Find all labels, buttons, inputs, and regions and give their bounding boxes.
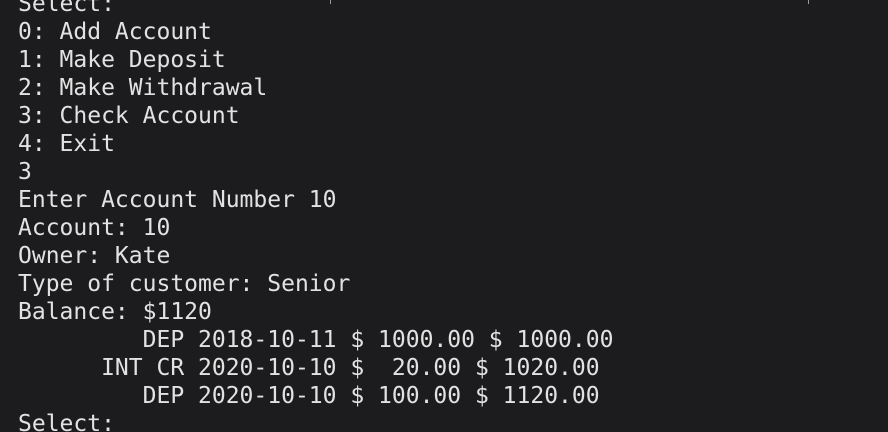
terminal-line-transaction: DEP 2020-10-10 $ 100.00 $ 1120.00 [18, 383, 600, 409]
terminal-line-customer-type: Type of customer: Senior [18, 271, 351, 297]
terminal-line-select-prompt: Select: [18, 0, 115, 17]
terminal-line-owner: Owner: Kate [18, 243, 171, 269]
terminal-output: Select: 0: Add Account 1: Make Deposit 2… [18, 0, 888, 432]
terminal-line-menu-check-account: 3: Check Account [18, 103, 240, 129]
terminal-line-transaction: INT CR 2020-10-10 $ 20.00 $ 1020.00 [18, 355, 600, 381]
terminal-line-select-prompt-cutoff: Select: [18, 411, 115, 432]
terminal-line-account: Account: 10 [18, 215, 171, 241]
terminal-line-menu-exit: 4: Exit [18, 131, 115, 157]
terminal-line-menu-add-account: 0: Add Account [18, 19, 212, 45]
terminal-line-balance: Balance: $1120 [18, 299, 212, 325]
terminal-line-user-choice: 3 [18, 159, 32, 185]
terminal-line-menu-make-deposit: 1: Make Deposit [18, 47, 226, 73]
terminal-line-transaction: DEP 2018-10-11 $ 1000.00 $ 1000.00 [18, 327, 614, 353]
terminal-window[interactable]: Select: 0: Add Account 1: Make Deposit 2… [0, 0, 888, 432]
terminal-line-account-number-prompt: Enter Account Number 10 [18, 187, 337, 213]
terminal-line-menu-make-withdrawal: 2: Make Withdrawal [18, 75, 268, 101]
